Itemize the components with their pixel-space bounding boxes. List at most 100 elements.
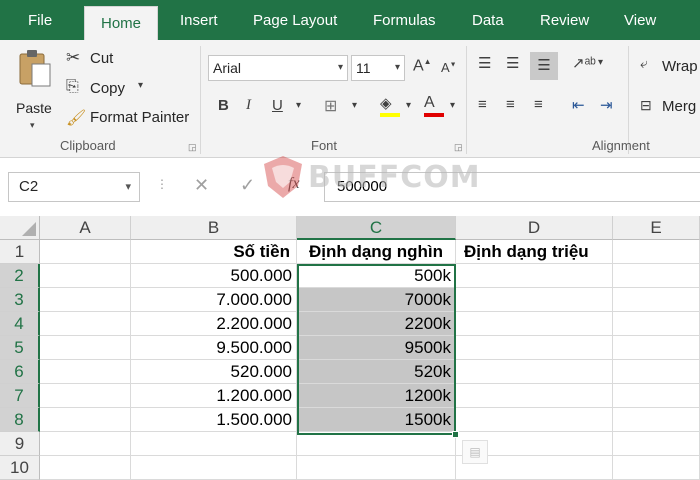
cell-e7[interactable] bbox=[613, 384, 700, 408]
bold-icon[interactable]: B bbox=[218, 97, 229, 114]
row-header-2[interactable]: 2 bbox=[0, 264, 40, 288]
insert-function-icon[interactable]: fx bbox=[288, 175, 300, 193]
column-header-c[interactable]: C bbox=[297, 216, 456, 240]
tab-view[interactable]: View bbox=[624, 0, 656, 40]
increase-font-size-icon[interactable]: A▲ bbox=[413, 57, 432, 75]
cell-e8[interactable] bbox=[613, 408, 700, 432]
cell-e1[interactable] bbox=[613, 240, 700, 264]
format-painter-button[interactable]: Format Painter bbox=[90, 109, 189, 126]
fill-color-chevron-icon[interactable]: ▾ bbox=[406, 100, 411, 111]
font-color-chevron-icon[interactable]: ▾ bbox=[450, 100, 455, 111]
cell-b3[interactable]: 7.000.000 bbox=[131, 288, 297, 312]
cell-b6[interactable]: 520.000 bbox=[131, 360, 297, 384]
wrap-text-button[interactable]: Wrap bbox=[662, 58, 698, 75]
cell-b4[interactable]: 2.200.000 bbox=[131, 312, 297, 336]
row-header-9[interactable]: 9 bbox=[0, 432, 40, 456]
cell-b5[interactable]: 9.500.000 bbox=[131, 336, 297, 360]
cell-d4[interactable] bbox=[456, 312, 613, 336]
cell-d2[interactable] bbox=[456, 264, 613, 288]
row-header-10[interactable]: 10 bbox=[0, 456, 40, 480]
font-size-select[interactable]: 11 ▾ bbox=[351, 55, 405, 81]
borders-chevron-icon[interactable]: ▾ bbox=[352, 100, 357, 111]
cell-a3[interactable] bbox=[40, 288, 131, 312]
align-top-icon[interactable]: ☰ bbox=[478, 54, 491, 72]
cell-b1[interactable]: Số tiền bbox=[131, 240, 297, 264]
paste-button[interactable]: Paste ▾ bbox=[12, 48, 56, 130]
cell-a2[interactable] bbox=[40, 264, 131, 288]
cell-c7[interactable]: 1200k bbox=[297, 384, 456, 408]
row-header-7[interactable]: 7 bbox=[0, 384, 40, 408]
cell-e3[interactable] bbox=[613, 288, 700, 312]
copy-button[interactable]: Copy bbox=[90, 80, 125, 97]
cell-b7[interactable]: 1.200.000 bbox=[131, 384, 297, 408]
font-name-select[interactable]: Arial ▾ bbox=[208, 55, 348, 81]
cell-a10[interactable] bbox=[40, 456, 131, 480]
orientation-chevron-icon[interactable]: ▾ bbox=[598, 57, 603, 68]
tab-review[interactable]: Review bbox=[540, 0, 589, 40]
italic-icon[interactable]: I bbox=[246, 97, 251, 114]
cell-a1[interactable] bbox=[40, 240, 131, 264]
align-right-icon[interactable]: ≡ bbox=[534, 96, 543, 113]
decrease-font-size-icon[interactable]: A▼ bbox=[441, 60, 457, 75]
fill-color-icon[interactable]: ◈ bbox=[380, 94, 400, 117]
row-header-5[interactable]: 5 bbox=[0, 336, 40, 360]
name-box[interactable]: C2 ▾ bbox=[8, 172, 140, 202]
cell-a9[interactable] bbox=[40, 432, 131, 456]
row-header-6[interactable]: 6 bbox=[0, 360, 40, 384]
cell-c3[interactable]: 7000k bbox=[297, 288, 456, 312]
wrap-text-icon[interactable]: ⤶ bbox=[640, 55, 648, 72]
borders-icon[interactable]: ⊞ bbox=[324, 96, 337, 116]
font-color-icon[interactable]: A bbox=[424, 94, 444, 117]
cell-c8[interactable]: 1500k bbox=[297, 408, 456, 432]
underline-icon[interactable]: U bbox=[272, 97, 283, 114]
merge-center-icon[interactable]: ⊟ bbox=[640, 97, 652, 114]
decrease-indent-icon[interactable]: ⇤ bbox=[572, 96, 585, 114]
tab-data[interactable]: Data bbox=[472, 0, 504, 40]
row-header-8[interactable]: 8 bbox=[0, 408, 40, 432]
increase-indent-icon[interactable]: ⇥ bbox=[600, 96, 613, 114]
cell-e2[interactable] bbox=[613, 264, 700, 288]
cut-icon[interactable]: ✂ bbox=[66, 48, 80, 68]
cell-d6[interactable] bbox=[456, 360, 613, 384]
tab-insert[interactable]: Insert bbox=[180, 0, 218, 40]
cell-c9[interactable] bbox=[297, 432, 456, 456]
copy-chevron-icon[interactable]: ▾ bbox=[138, 80, 143, 91]
cell-d5[interactable] bbox=[456, 336, 613, 360]
cell-a5[interactable] bbox=[40, 336, 131, 360]
select-all-corner[interactable] bbox=[0, 216, 40, 240]
cell-e6[interactable] bbox=[613, 360, 700, 384]
cell-a7[interactable] bbox=[40, 384, 131, 408]
row-header-1[interactable]: 1 bbox=[0, 240, 40, 264]
cell-e9[interactable] bbox=[613, 432, 700, 456]
tab-page-layout[interactable]: Page Layout bbox=[253, 0, 337, 40]
row-header-4[interactable]: 4 bbox=[0, 312, 40, 336]
orientation-icon[interactable]: ↗ᵃᵇ bbox=[572, 54, 596, 72]
enter-formula-icon[interactable]: ✓ bbox=[240, 175, 255, 196]
tab-home[interactable]: Home bbox=[84, 6, 159, 40]
font-dialog-launcher-icon[interactable]: ◲ bbox=[454, 142, 463, 153]
fill-handle[interactable] bbox=[452, 431, 459, 438]
cell-b9[interactable] bbox=[131, 432, 297, 456]
cancel-formula-icon[interactable]: ✕ bbox=[194, 175, 209, 196]
cell-a6[interactable] bbox=[40, 360, 131, 384]
align-middle-icon[interactable]: ☰ bbox=[506, 54, 519, 72]
cell-c4[interactable]: 2200k bbox=[297, 312, 456, 336]
underline-chevron-icon[interactable]: ▾ bbox=[296, 100, 301, 111]
format-painter-icon[interactable]: 🖌 bbox=[66, 108, 86, 128]
cell-e5[interactable] bbox=[613, 336, 700, 360]
align-center-icon[interactable]: ≡ bbox=[506, 96, 515, 113]
column-header-d[interactable]: D bbox=[456, 216, 613, 240]
merge-center-button[interactable]: Merg bbox=[662, 98, 696, 115]
cut-button[interactable]: Cut bbox=[90, 50, 113, 67]
cell-c5[interactable]: 9500k bbox=[297, 336, 456, 360]
clipboard-dialog-launcher-icon[interactable]: ◲ bbox=[188, 142, 197, 153]
cell-d3[interactable] bbox=[456, 288, 613, 312]
cell-d8[interactable] bbox=[456, 408, 613, 432]
formula-input[interactable]: 500000 bbox=[324, 172, 700, 202]
column-header-b[interactable]: B bbox=[131, 216, 297, 240]
cell-c10[interactable] bbox=[297, 456, 456, 480]
cell-c6[interactable]: 520k bbox=[297, 360, 456, 384]
cell-a8[interactable] bbox=[40, 408, 131, 432]
tab-formulas[interactable]: Formulas bbox=[373, 0, 436, 40]
column-header-e[interactable]: E bbox=[613, 216, 700, 240]
